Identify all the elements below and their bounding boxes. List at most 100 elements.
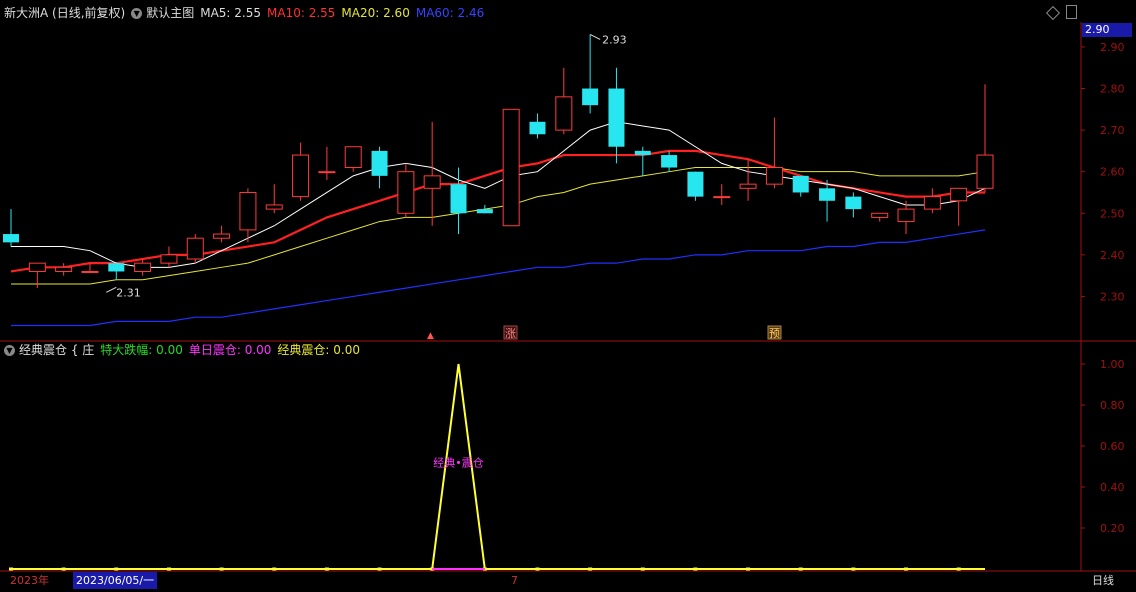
indicator-point [904, 567, 909, 571]
y-tick-label: 0.20 [1100, 522, 1125, 535]
indicator-point [535, 567, 540, 571]
dropdown-circle-icon[interactable]: ▼ [131, 7, 143, 19]
ma-line-ma5 [11, 121, 986, 268]
stock-title[interactable]: 新大洲A (日线,前复权) [4, 2, 125, 24]
candle-body [582, 88, 599, 106]
candle-body [160, 254, 178, 264]
indicator-point [219, 567, 224, 571]
y-tick-label: 2.60 [1100, 166, 1125, 179]
month-mark: 7 [511, 574, 518, 587]
y-tick-label: 2.30 [1100, 290, 1125, 303]
indicator-name[interactable]: 经典震仓 { 庄 [19, 339, 94, 361]
scroll-handle-icon[interactable] [1066, 5, 1077, 19]
candle-body [239, 191, 257, 231]
candle-body [819, 188, 836, 201]
indicator-point [377, 567, 382, 571]
up-triangle-marker: ▲ [427, 331, 434, 341]
yu-marker: 预 [769, 327, 780, 340]
y-tick-label: 2.80 [1100, 83, 1125, 96]
main-chart-header: 新大洲A (日线,前复权) ▼ 默认主图 MA5: 2.55 MA10: 2.5… [4, 2, 490, 24]
low-label: 2.31 [116, 286, 141, 299]
candle-body [845, 196, 862, 210]
low-pointer [106, 286, 117, 293]
y-tick-label: 2.70 [1100, 124, 1125, 137]
y-tick-label: 0.80 [1100, 399, 1125, 412]
candle-body [3, 234, 19, 243]
indicator-point [693, 567, 698, 571]
indicator-f1: 特大跌幅: 0.00 [100, 343, 183, 357]
chart-mode-label[interactable]: 默认主图 [146, 2, 194, 24]
ma20-label: MA20: 2.60 [341, 6, 410, 20]
candle-body [529, 121, 546, 135]
signal-label: 经典•震仓 [433, 456, 484, 470]
cursor-date: 2023/06/05/一 [73, 572, 158, 589]
candle-body [108, 263, 125, 272]
ma60-label: MA60: 2.46 [415, 6, 485, 20]
candle-body [134, 262, 152, 272]
candle-body [555, 96, 573, 131]
y-tick-label: 2.50 [1100, 207, 1125, 220]
indicator-header: ▼ 经典震仓 { 庄 特大跌幅: 0.00 单日震仓: 0.00 经典震仓: 0… [4, 339, 366, 361]
candle-body [950, 187, 968, 202]
candle-body [265, 204, 283, 210]
stock-chart-window: 2.90 2.80 2.70 2.60 2.50 2.40 2.30 2.93 2.31 ▲ 涨 预 1… [0, 0, 1136, 589]
indicator-point [851, 567, 856, 571]
candle-body [765, 167, 783, 185]
candle-body [976, 154, 994, 189]
candle-body [371, 150, 388, 176]
y-tick-label: 2.40 [1100, 249, 1125, 262]
high-pointer [589, 34, 601, 40]
zhang-marker: 涨 [505, 327, 516, 340]
y-tick-label: 2.90 [1100, 41, 1125, 54]
indicator-point [166, 567, 171, 571]
candle-body [28, 262, 46, 272]
indicator-point [588, 567, 593, 571]
candle-body [55, 266, 73, 272]
indicator-point [272, 567, 277, 571]
candle-body [213, 233, 231, 239]
current-price-box: 2.90 [1082, 23, 1132, 37]
candle-body [502, 108, 520, 227]
candle-body [292, 154, 310, 198]
candle-body [397, 171, 415, 214]
ma-line-ma10 [10, 149, 985, 273]
indicator-point [61, 567, 66, 571]
candle-body [634, 150, 651, 156]
ma10-label: MA10: 2.55 [267, 6, 336, 20]
year-label: 2023年 [10, 574, 49, 587]
high-label: 2.93 [602, 33, 627, 46]
candle-body [81, 270, 99, 273]
indicator-point [798, 567, 803, 571]
y-tick-label: 0.40 [1100, 481, 1125, 494]
ma5-label: MA5: 2.55 [200, 6, 261, 20]
candle-body [186, 237, 204, 260]
indicator-point [324, 567, 329, 571]
candle-body [792, 175, 809, 193]
candle-body [923, 196, 941, 210]
candle-body [713, 196, 731, 199]
y-tick-label: 1.00 [1100, 358, 1125, 371]
dropdown-circle-icon[interactable]: ▼ [4, 344, 15, 356]
candle-body [423, 175, 441, 189]
indicator-point [9, 567, 13, 571]
indicator-f3: 经典震仓: 0.00 [277, 343, 360, 357]
indicator-point [956, 567, 961, 571]
indicator-point [640, 567, 645, 571]
candle-body [687, 171, 704, 197]
candle-body [318, 171, 336, 174]
candle-body [608, 88, 625, 147]
candle-body [476, 209, 493, 214]
candle-body [450, 184, 467, 214]
candle-body [897, 208, 915, 223]
chart-canvas[interactable]: 2.90 2.80 2.70 2.60 2.50 2.40 2.30 2.93 2.31 ▲ 涨 预 1… [0, 0, 1136, 589]
indicator-f2: 单日震仓: 0.00 [188, 343, 272, 357]
candle-body [739, 183, 757, 189]
indicator-line [11, 363, 985, 570]
y-tick-label: 0.60 [1100, 440, 1125, 453]
candle-body [344, 146, 362, 169]
candle-body [871, 212, 889, 218]
indicator-point [746, 567, 751, 571]
period-label[interactable]: 日线 [1092, 572, 1114, 589]
indicator-point [114, 567, 119, 571]
candle-body [661, 155, 678, 168]
